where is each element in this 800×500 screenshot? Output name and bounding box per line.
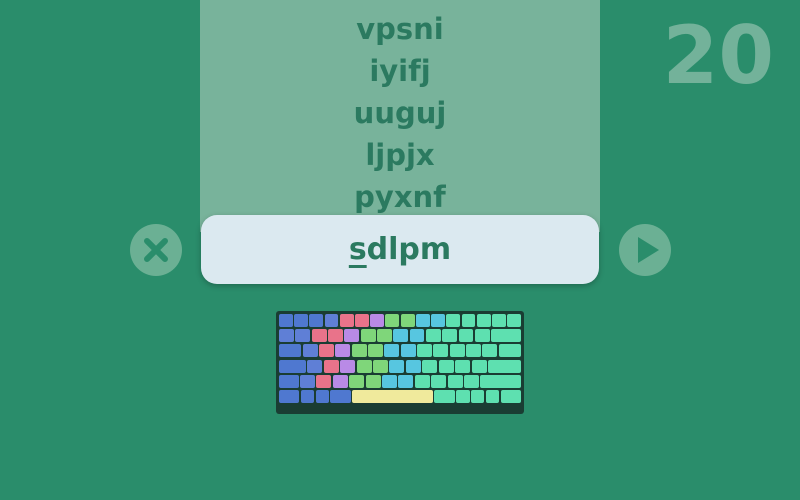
keyboard-key bbox=[279, 374, 299, 388]
keyboard-key bbox=[389, 359, 405, 373]
keyboard-key bbox=[323, 359, 339, 373]
upcoming-word: vpsni bbox=[356, 12, 444, 46]
keyboard-key bbox=[294, 314, 309, 327]
upcoming-word: pyxnf bbox=[354, 180, 446, 214]
keyboard-key bbox=[370, 314, 385, 327]
keyboard-key bbox=[409, 329, 425, 343]
keyboard-key bbox=[485, 390, 500, 403]
keyboard-key bbox=[351, 344, 367, 358]
keyboard-key bbox=[431, 374, 447, 388]
current-word: sdlpm bbox=[201, 215, 599, 284]
score-counter: 20 bbox=[662, 9, 774, 102]
keyboard-key bbox=[316, 374, 332, 388]
keyboard-key bbox=[480, 374, 521, 388]
keyboard-key bbox=[400, 314, 415, 327]
keyboard-key bbox=[332, 374, 348, 388]
keyboard-diagram bbox=[276, 311, 524, 414]
typed-letters: s bbox=[348, 232, 367, 267]
keyboard-key bbox=[487, 359, 521, 373]
keyboard-key bbox=[415, 314, 430, 327]
keyboard-key bbox=[360, 329, 376, 343]
keyboard-key bbox=[456, 390, 470, 403]
keyboard-key bbox=[319, 344, 334, 358]
keyboard-key bbox=[307, 359, 323, 373]
keyboard-key bbox=[400, 344, 416, 358]
keyboard-key bbox=[300, 390, 315, 403]
keyboard-key bbox=[381, 374, 397, 388]
keyboard-key bbox=[311, 329, 327, 343]
word-queue-panel: vpsni iyifj uuguj ljpjx pyxnf bbox=[200, 0, 600, 232]
keyboard-key bbox=[431, 314, 445, 327]
keyboard-key bbox=[376, 329, 392, 343]
keyboard-key bbox=[398, 374, 414, 388]
keyboard-key bbox=[339, 314, 354, 327]
keyboard-key bbox=[455, 359, 471, 373]
keyboard-key bbox=[373, 359, 389, 373]
keyboard-key bbox=[327, 329, 343, 343]
keyboard-key bbox=[464, 374, 480, 388]
keyboard-key bbox=[461, 314, 476, 327]
next-button[interactable] bbox=[619, 224, 671, 276]
keyboard-key bbox=[465, 344, 481, 358]
keyboard-key bbox=[279, 390, 300, 403]
remaining-letters: dlpm bbox=[366, 232, 452, 267]
keyboard-key bbox=[295, 329, 311, 343]
keyboard-key bbox=[498, 344, 521, 358]
x-icon bbox=[144, 238, 168, 262]
keyboard-key bbox=[309, 314, 324, 327]
keyboard-key bbox=[279, 314, 293, 327]
keyboard-key bbox=[365, 374, 381, 388]
keyboard-key bbox=[315, 390, 330, 403]
play-icon bbox=[638, 237, 659, 263]
keyboard-key bbox=[279, 344, 302, 358]
keyboard-key bbox=[417, 344, 432, 358]
clear-button[interactable] bbox=[130, 224, 182, 276]
keyboard-key bbox=[433, 344, 449, 358]
upcoming-word: iyifj bbox=[369, 54, 431, 88]
keyboard-key bbox=[414, 374, 430, 388]
keyboard-key bbox=[356, 359, 372, 373]
keyboard-key bbox=[368, 344, 383, 358]
keyboard-key bbox=[446, 314, 461, 327]
keyboard-key bbox=[471, 359, 487, 373]
keyboard-key bbox=[279, 359, 307, 373]
keyboard-key bbox=[449, 344, 465, 358]
keyboard-key bbox=[425, 329, 441, 343]
keyboard-key bbox=[458, 329, 474, 343]
keyboard-key bbox=[330, 390, 351, 403]
upcoming-word: uuguj bbox=[353, 96, 447, 130]
keyboard-key bbox=[384, 344, 400, 358]
keyboard-key bbox=[422, 359, 438, 373]
keyboard-key bbox=[434, 390, 455, 403]
keyboard-key bbox=[385, 314, 400, 327]
upcoming-words: vpsni iyifj uuguj ljpjx pyxnf bbox=[200, 8, 600, 218]
keyboard-key bbox=[340, 359, 356, 373]
keyboard-key bbox=[447, 374, 463, 388]
keyboard-key bbox=[474, 329, 490, 343]
current-word-bar: sdlpm bbox=[201, 215, 599, 284]
keyboard-key bbox=[335, 344, 351, 358]
keyboard-key bbox=[507, 314, 521, 327]
keyboard-key bbox=[349, 374, 365, 388]
keyboard-key bbox=[302, 344, 318, 358]
keyboard-key bbox=[405, 359, 421, 373]
keyboard-key bbox=[491, 314, 506, 327]
keyboard-key bbox=[482, 344, 498, 358]
keyboard-key bbox=[324, 314, 339, 327]
keyboard-key bbox=[500, 390, 521, 403]
keyboard-key bbox=[470, 390, 485, 403]
keyboard-key bbox=[438, 359, 454, 373]
keyboard-key bbox=[355, 314, 369, 327]
keyboard-key bbox=[352, 390, 434, 403]
upcoming-word: ljpjx bbox=[365, 138, 435, 172]
keyboard-key bbox=[476, 314, 491, 327]
keyboard-key bbox=[393, 329, 409, 343]
keyboard-key bbox=[491, 329, 521, 343]
keyboard-key bbox=[442, 329, 458, 343]
keyboard-key bbox=[344, 329, 360, 343]
keyboard-key bbox=[299, 374, 315, 388]
keyboard-key bbox=[279, 329, 294, 343]
